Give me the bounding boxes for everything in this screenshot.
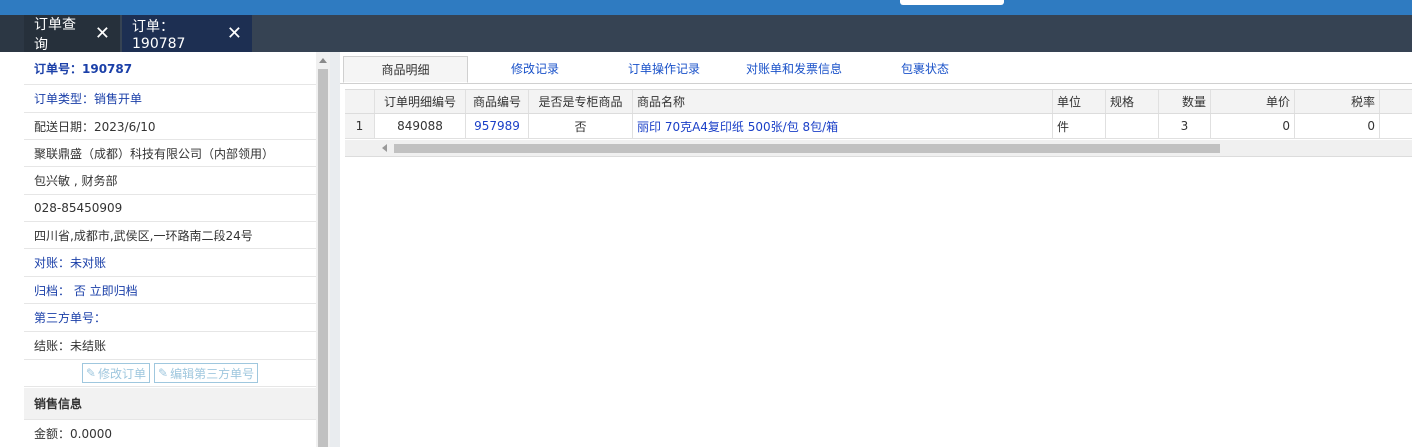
tab-label: 订单查询 <box>34 16 76 53</box>
column-header[interactable]: 规格 <box>1106 90 1159 113</box>
close-icon[interactable]: ✕ <box>95 24 110 43</box>
cell-price: 0 <box>1211 114 1295 138</box>
edit-third-party-button[interactable]: ✎ 编辑第三方单号 <box>154 363 259 383</box>
grid-header: 订单明细编号 商品编号 是否是专柜商品 商品名称 单位 规格 数量 单价 税率 <box>345 89 1412 114</box>
tab-operation-log[interactable]: 订单操作记录 <box>628 60 700 77</box>
cell-product-name[interactable]: 丽印 70克A4复印纸 500张/包 8包/箱 <box>633 114 1053 138</box>
column-header[interactable]: 单价 <box>1211 90 1295 113</box>
edit-order-button[interactable]: ✎ 修改订单 <box>81 363 150 383</box>
grid-horizontal-scrollbar[interactable] <box>345 140 1412 157</box>
tab-package-status[interactable]: 包裹状态 <box>901 60 949 77</box>
tab-strip: 订单查询 ✕ 订单：190787 ✕ <box>0 15 1412 53</box>
scroll-left-icon[interactable] <box>382 144 387 152</box>
order-number: 订单号：190787 <box>24 52 316 85</box>
tab-invoice-info[interactable]: 对账单和发票信息 <box>746 60 842 77</box>
cell-quantity: 3 <box>1159 114 1211 138</box>
column-header[interactable]: 商品编号 <box>466 90 529 113</box>
address: 四川省,成都市,武侯区,一环路南二段24号 <box>24 222 316 249</box>
settle-status: 结账：未结账 <box>24 332 316 360</box>
cell-detail-id: 849088 <box>375 114 466 138</box>
cell-product-id[interactable]: 957989 <box>466 114 529 138</box>
column-header[interactable]: 订单明细编号 <box>375 90 466 113</box>
cell-tax: 0 <box>1295 114 1380 138</box>
row-index: 1 <box>345 114 375 138</box>
third-party-number: 第三方单号： <box>24 304 316 332</box>
reconcile-status[interactable]: 对账：未对账 <box>24 249 316 277</box>
delivery-date: 配送日期：2023/6/10 <box>24 113 316 140</box>
table-row[interactable]: 1 849088 957989 否 丽印 70克A4复印纸 500张/包 8包/… <box>345 114 1412 139</box>
archive-status[interactable]: 归档： 否 立即归档 <box>24 277 316 304</box>
column-header <box>345 90 375 113</box>
scroll-thumb[interactable] <box>394 144 1220 153</box>
contact-info: 包兴敏 , 财务部 <box>24 167 316 195</box>
company-name: 聚联鼎盛（成都）科技有限公司（内部领用） <box>24 140 316 167</box>
cell-unit: 件 <box>1053 114 1106 138</box>
action-buttons: ✎ 修改订单 ✎ 编辑第三方单号 <box>24 360 316 387</box>
scroll-up-icon[interactable] <box>319 58 327 63</box>
sales-info-header: 销售信息 <box>24 388 316 420</box>
tab-product-details[interactable]: 商品明细 <box>343 56 468 83</box>
tab-label: 订单：190787 <box>132 18 186 52</box>
column-header[interactable]: 是否是专柜商品 <box>529 90 633 113</box>
tab-strip-edge <box>0 15 24 52</box>
left-vertical-scrollbar[interactable] <box>316 52 330 447</box>
cell-spec <box>1106 114 1159 138</box>
panel-gutter <box>330 52 340 447</box>
scroll-thumb[interactable] <box>318 69 328 447</box>
edit-icon: ✎ <box>85 366 96 380</box>
tab-order-query[interactable]: 订单查询 ✕ <box>24 15 120 53</box>
button-label: 修改订单 <box>97 366 146 381</box>
amount: 金额：0.0000 <box>34 427 112 441</box>
phone-number: 028-85450909 <box>24 195 316 222</box>
order-info-panel: 订单号：190787 订单类型：销售开单 配送日期：2023/6/10 聚联鼎盛… <box>24 52 317 447</box>
tab-modify-log[interactable]: 修改记录 <box>511 60 559 77</box>
column-header[interactable]: 数量 <box>1159 90 1211 113</box>
column-header[interactable]: 商品名称 <box>633 90 1053 113</box>
top-bar <box>0 0 1412 15</box>
order-type: 订单类型：销售开单 <box>24 85 316 113</box>
edit-icon: ✎ <box>158 366 169 380</box>
cell-counter: 否 <box>529 114 633 138</box>
detail-panel: 商品明细 修改记录 订单操作记录 对账单和发票信息 包裹状态 订单明细编号 商品… <box>340 52 1412 447</box>
column-header[interactable]: 税率 <box>1295 90 1380 113</box>
button-label: 编辑第三方单号 <box>170 366 255 381</box>
column-header[interactable]: 单位 <box>1053 90 1106 113</box>
tab-order-detail[interactable]: 订单：190787 ✕ <box>122 15 252 52</box>
top-search-box[interactable] <box>900 0 1004 5</box>
close-icon[interactable]: ✕ <box>227 24 242 43</box>
detail-tabs: 商品明细 修改记录 订单操作记录 对账单和发票信息 包裹状态 <box>340 52 1412 84</box>
